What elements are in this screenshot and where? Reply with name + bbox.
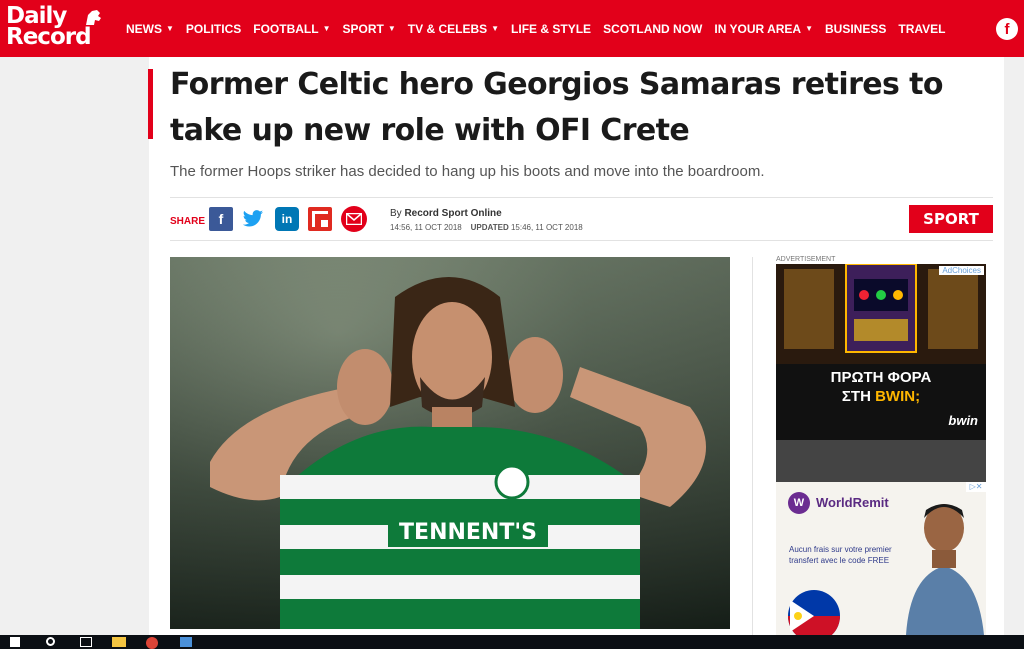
nav-label: TV & CELEBS <box>407 21 488 36</box>
app-icon[interactable] <box>180 637 192 647</box>
updated-date: 15:46, 11 OCT 2018 <box>510 223 583 232</box>
adchoices-label[interactable]: AdChoices <box>939 266 984 275</box>
chevron-down-icon: ▼ <box>322 24 331 33</box>
divider <box>170 197 993 198</box>
lion-crest-icon <box>86 10 101 25</box>
windows-taskbar <box>0 635 1024 649</box>
file-explorer-icon[interactable] <box>112 637 126 647</box>
chevron-down-icon: ▼ <box>805 24 813 33</box>
chrome-icon[interactable] <box>146 637 158 649</box>
flipboard-icon[interactable] <box>308 207 332 231</box>
smiling-man-image <box>906 504 984 635</box>
nav-label: TRAVEL <box>898 21 946 36</box>
footballer-photo: TENNENT'S <box>170 257 730 629</box>
published-date: 14:56, 11 OCT 2018 <box>390 223 462 232</box>
nav-sport[interactable]: SPORT ▼ <box>343 22 396 36</box>
email-icon[interactable] <box>341 206 367 232</box>
section-badge[interactable]: SPORT <box>909 205 993 233</box>
ad-line-1: ΠΡΩΤΗ ΦΟΡΑ <box>830 369 932 386</box>
philippines-flag-icon <box>788 590 840 635</box>
author-link[interactable]: Record Sport Online <box>404 208 501 219</box>
nav-travel[interactable]: TRAVEL <box>898 22 945 36</box>
nav-scotland-now[interactable]: SCOTLAND NOW <box>603 22 702 36</box>
nav-label: SPORT <box>342 21 384 36</box>
slot-machine-image <box>776 264 986 364</box>
worldremit-logo-icon: W <box>788 492 810 514</box>
nav-business[interactable]: BUSINESS <box>825 22 886 36</box>
nav-in-your-area[interactable]: IN YOUR AREA ▼ <box>714 22 813 36</box>
ad-line-2-highlight: BWIN; <box>875 388 921 405</box>
nav-tv-celebs[interactable]: TV & CELEBS ▼ <box>408 22 499 36</box>
hero-image[interactable]: TENNENT'S <box>170 257 730 629</box>
twitter-icon[interactable] <box>241 207 265 231</box>
nav-label: FOOTBALL <box>253 21 319 36</box>
nav-news[interactable]: NEWS ▼ <box>126 22 174 36</box>
bwin-logo: bwin <box>948 413 978 428</box>
adchoices-icon[interactable]: ▷✕ <box>966 482 986 492</box>
nav-label: SCOTLAND NOW <box>603 21 703 36</box>
nav-label: LIFE & STYLE <box>511 21 592 36</box>
ad-spacer <box>776 440 986 482</box>
dateline: 14:56, 11 OCT 2018 UPDATED 15:46, 11 OCT… <box>390 223 583 232</box>
nav-football[interactable]: FOOTBALL ▼ <box>253 22 330 36</box>
ad-line-2: ΣΤΗ BWIN; <box>776 388 986 405</box>
logo-line-2: Record <box>6 24 92 50</box>
nav-label: NEWS <box>126 21 162 36</box>
by-prefix: By <box>390 208 402 219</box>
sponsor-text: TENNENT'S <box>399 520 537 545</box>
chevron-down-icon: ▼ <box>166 24 174 33</box>
divider <box>170 240 993 241</box>
share-label: SHARE <box>170 216 206 227</box>
ad-copy: Aucun frais sur votre premier transfert … <box>789 545 892 565</box>
updated-label: UPDATED <box>470 223 509 232</box>
nav-label: POLITICS <box>185 21 242 36</box>
task-view-icon[interactable] <box>80 637 92 647</box>
chevron-down-icon: ▼ <box>387 24 396 33</box>
chevron-down-icon: ▼ <box>491 24 500 33</box>
byline: By Record Sport Online <box>390 208 502 219</box>
bwin-ad[interactable]: AdChoices ΠΡΩΤΗ ΦΟΡΑ ΣΤΗ BWIN; bwin <box>776 264 986 440</box>
advertisement-label: ADVERTISEMENT <box>776 256 836 263</box>
worldremit-ad[interactable]: ▷✕ W WorldRemit Aucun frais sur votre pr… <box>776 482 986 635</box>
facebook-icon[interactable]: f <box>209 207 233 231</box>
article-standfirst: The former Hoops striker has decided to … <box>170 163 765 180</box>
column-divider <box>752 257 753 635</box>
daily-record-logo[interactable]: Daily Record <box>6 5 110 52</box>
ad-line-2-prefix: ΣΤΗ <box>841 388 876 405</box>
windows-start-icon[interactable] <box>10 637 20 647</box>
article-headline: Former Celtic hero Georgios Samaras reti… <box>170 67 943 148</box>
facebook-icon[interactable]: f <box>996 18 1018 40</box>
worldremit-brand: WorldRemit <box>816 495 889 510</box>
nav-label: BUSINESS <box>825 21 887 36</box>
nav-life-style[interactable]: LIFE & STYLE <box>511 22 591 36</box>
headline-accent-bar <box>148 69 153 139</box>
nav-label: IN YOUR AREA <box>714 21 802 36</box>
search-icon[interactable] <box>46 637 55 646</box>
linkedin-icon[interactable]: in <box>275 207 299 231</box>
nav-politics[interactable]: POLITICS <box>186 22 241 36</box>
main-navigation: NEWS ▼ POLITICS FOOTBALL ▼ SPORT ▼ TV & CEL… <box>126 0 957 57</box>
